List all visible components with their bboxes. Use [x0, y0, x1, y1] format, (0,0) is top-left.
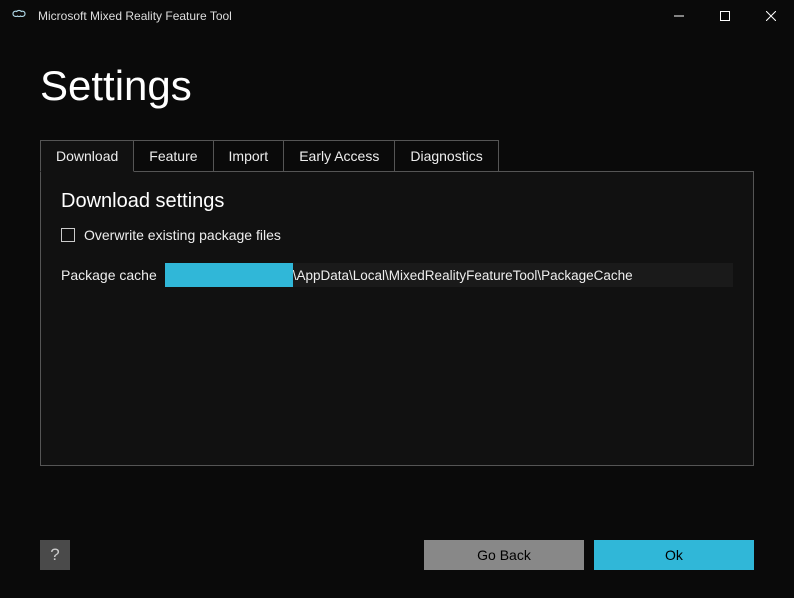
settings-panel: Download settings Overwrite existing pac… [40, 171, 754, 466]
package-cache-label: Package cache [61, 267, 157, 283]
window-title: Microsoft Mixed Reality Feature Tool [38, 9, 656, 23]
tabs: Download Feature Import Early Access Dia… [40, 140, 754, 172]
redacted-user-path [165, 263, 293, 287]
package-cache-input[interactable]: \AppData\Local\MixedRealityFeatureTool\P… [165, 263, 733, 287]
overwrite-checkbox-row[interactable]: Overwrite existing package files [61, 227, 733, 243]
overwrite-checkbox[interactable] [61, 228, 75, 242]
close-button[interactable] [748, 0, 794, 32]
minimize-button[interactable] [656, 0, 702, 32]
maximize-button[interactable] [702, 0, 748, 32]
tab-early-access[interactable]: Early Access [283, 140, 395, 172]
page-title: Settings [40, 62, 754, 110]
go-back-button[interactable]: Go Back [424, 540, 584, 570]
app-icon [10, 7, 28, 25]
help-button[interactable]: ? [40, 540, 70, 570]
footer: ? Go Back Ok [40, 540, 754, 570]
package-cache-row: Package cache \AppData\Local\MixedRealit… [61, 263, 733, 287]
overwrite-checkbox-label: Overwrite existing package files [84, 227, 281, 243]
package-cache-path: \AppData\Local\MixedRealityFeatureTool\P… [293, 268, 633, 283]
tab-import[interactable]: Import [213, 140, 285, 172]
content: Settings Download Feature Import Early A… [0, 32, 794, 466]
section-title: Download settings [61, 190, 733, 213]
tab-download[interactable]: Download [40, 140, 134, 172]
tab-feature[interactable]: Feature [133, 140, 213, 172]
window-controls [656, 0, 794, 32]
ok-button[interactable]: Ok [594, 540, 754, 570]
titlebar: Microsoft Mixed Reality Feature Tool [0, 0, 794, 32]
tab-diagnostics[interactable]: Diagnostics [394, 140, 498, 172]
